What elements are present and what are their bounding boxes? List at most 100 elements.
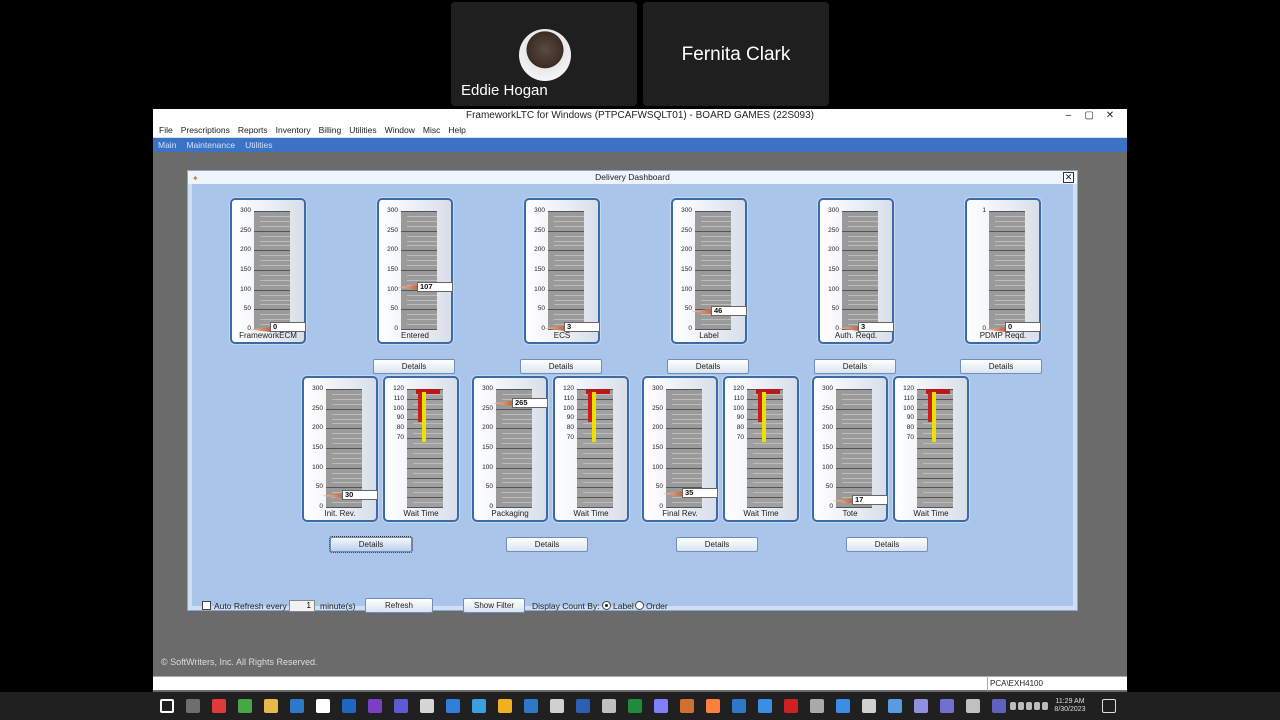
gauge-scale-label: 300 <box>482 385 493 392</box>
app-icon[interactable] <box>264 699 278 713</box>
excel-icon[interactable] <box>628 699 642 713</box>
cloud-icon[interactable] <box>1010 702 1016 710</box>
app-icon[interactable] <box>420 699 434 713</box>
task-view-icon[interactable] <box>186 699 200 713</box>
gauge-tick <box>554 294 584 296</box>
app-icon[interactable] <box>836 699 850 713</box>
keyboard-icon[interactable] <box>1042 702 1048 710</box>
gauge-tick <box>995 215 1025 217</box>
app-icon[interactable] <box>472 699 486 713</box>
refresh-button[interactable]: Refresh <box>365 598 433 613</box>
show-filter-button[interactable]: Show Filter <box>463 598 525 613</box>
refresh-minutes-input[interactable]: 1 <box>289 600 315 612</box>
battery-icon[interactable] <box>1034 702 1040 710</box>
app-icon[interactable] <box>810 699 824 713</box>
webex-icon[interactable] <box>290 699 304 713</box>
wait-time-gauge: 120 110 100 90 80 70 Wait Time <box>553 376 629 522</box>
system-clock[interactable]: 11:29 AM 8/30/2023 <box>1050 698 1090 714</box>
gauge-label: Wait Time <box>573 509 609 518</box>
details-button[interactable]: Details <box>520 359 602 374</box>
app-icon[interactable] <box>654 699 668 713</box>
app-icon[interactable] <box>680 699 694 713</box>
app-icon[interactable] <box>602 699 616 713</box>
minimize-button[interactable]: – <box>1059 109 1077 123</box>
details-button[interactable]: Details <box>846 537 928 552</box>
app-icon[interactable] <box>212 699 226 713</box>
gauge-tick <box>917 448 953 449</box>
details-button[interactable]: Details <box>814 359 896 374</box>
chrome-icon[interactable] <box>316 699 330 713</box>
maximize-button[interactable]: ▢ <box>1080 109 1098 123</box>
gauge-scale-label: 250 <box>482 404 493 412</box>
menu-prescriptions[interactable]: Prescriptions <box>178 125 235 135</box>
gauge-tick <box>701 240 731 242</box>
teams-icon[interactable] <box>394 699 408 713</box>
app-icon[interactable] <box>940 699 954 713</box>
webex-icon[interactable] <box>758 699 772 713</box>
app-icon[interactable] <box>732 699 746 713</box>
gauge-tick <box>413 502 443 504</box>
menu-help[interactable]: Help <box>445 125 470 135</box>
details-button[interactable]: Details <box>506 537 588 552</box>
gauge-tick <box>842 418 872 420</box>
gauge-tick <box>332 403 362 405</box>
app-icon[interactable] <box>550 699 564 713</box>
gauge-tick <box>254 309 290 311</box>
menu-billing[interactable]: Billing <box>316 125 347 135</box>
gauge-scale-label: 200 <box>822 424 833 432</box>
close-window-button[interactable]: ✕ <box>1101 109 1119 123</box>
gauge-tick <box>666 408 702 410</box>
app-icon[interactable] <box>914 699 928 713</box>
gauge-tick <box>260 220 290 222</box>
details-button[interactable]: Details <box>676 537 758 552</box>
gauge-tick <box>842 250 878 252</box>
outlook-icon[interactable] <box>342 699 356 713</box>
app-icon[interactable] <box>992 699 1006 713</box>
app-icon[interactable] <box>966 699 980 713</box>
gauge-scale-label: 250 <box>828 226 839 234</box>
menu-reports[interactable]: Reports <box>235 125 273 135</box>
gauge-tick <box>583 443 613 445</box>
gauge-scale-label: 150 <box>482 444 493 451</box>
gauge-tick <box>989 250 1025 252</box>
dialog-close-button[interactable]: ✕ <box>1063 172 1074 183</box>
gauge-scale-label: 150 <box>387 266 398 273</box>
gauge-tick <box>502 462 532 464</box>
menu-misc[interactable]: Misc <box>420 125 445 135</box>
windows-start-icon[interactable] <box>160 699 174 713</box>
app-icon[interactable] <box>862 699 876 713</box>
gauge-tick <box>672 477 702 479</box>
edge-icon[interactable] <box>446 699 460 713</box>
display-by-label-radio[interactable] <box>602 601 611 610</box>
notification-icon[interactable] <box>1102 699 1116 713</box>
details-button[interactable]: Details <box>373 359 455 374</box>
gauge-tick <box>554 235 584 237</box>
app-icon[interactable] <box>706 699 720 713</box>
display-by-order-radio[interactable] <box>635 601 644 610</box>
network-icon[interactable] <box>1018 702 1024 710</box>
volume-icon[interactable] <box>1026 702 1032 710</box>
menu-file[interactable]: File <box>156 125 178 135</box>
onenote-icon[interactable] <box>368 699 382 713</box>
details-button[interactable]: Details <box>960 359 1042 374</box>
details-button[interactable]: Details <box>329 536 413 553</box>
menu-inventory[interactable]: Inventory <box>273 125 316 135</box>
acrobat-icon[interactable] <box>784 699 798 713</box>
gauge-tick <box>407 225 437 227</box>
details-button[interactable]: Details <box>667 359 749 374</box>
app-icon[interactable] <box>888 699 902 713</box>
app-icon[interactable] <box>524 699 538 713</box>
nav-main[interactable]: Main <box>156 140 184 150</box>
gauge-scale-label: 150 <box>312 444 323 451</box>
nav-utilities[interactable]: Utilities <box>243 140 280 150</box>
file-explorer-icon[interactable] <box>498 699 512 713</box>
word-icon[interactable] <box>576 699 590 713</box>
menu-utilities[interactable]: Utilities <box>346 125 381 135</box>
gauge-tick <box>989 211 1025 212</box>
nav-maintenance[interactable]: Maintenance <box>184 140 243 150</box>
gauge-tick <box>848 265 878 267</box>
gauge-tick <box>995 294 1025 296</box>
app-icon[interactable] <box>238 699 252 713</box>
menu-window[interactable]: Window <box>382 125 420 135</box>
auto-refresh-checkbox[interactable] <box>202 601 211 610</box>
